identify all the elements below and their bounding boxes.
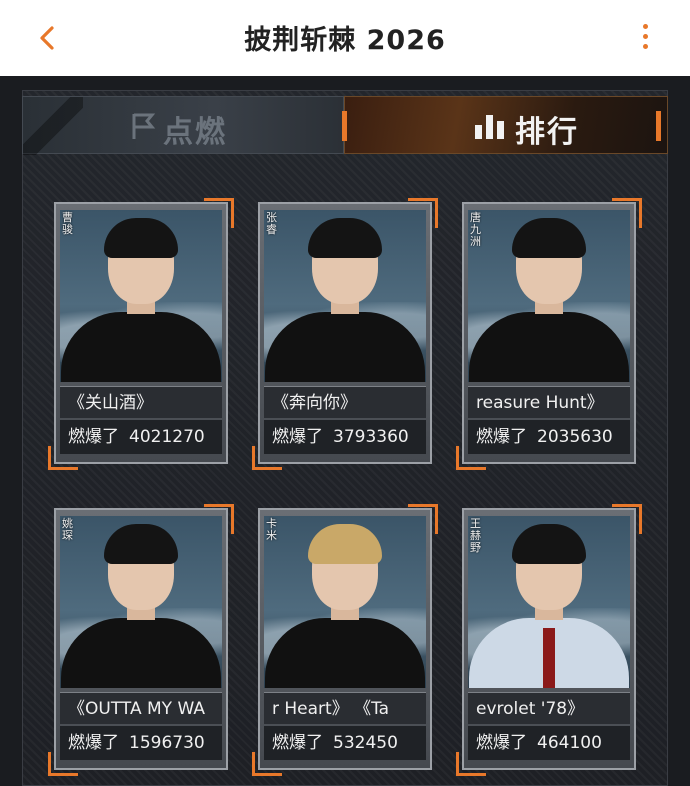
artist-photo <box>60 516 222 688</box>
count-value: 3793360 <box>333 427 409 447</box>
artist-photo <box>468 210 630 382</box>
ignite-count: 燃爆了 1596730 <box>60 726 222 760</box>
count-value: 2035630 <box>537 427 613 447</box>
song-title: 《奔向你》 <box>264 386 426 418</box>
ignite-count: 燃爆了 4021270 <box>60 420 222 454</box>
artist-photo <box>60 210 222 382</box>
stat-label: 燃爆了 <box>476 733 527 753</box>
artist-card[interactable]: 张睿 《奔向你》 燃爆了 3793360 <box>252 198 438 470</box>
artist-photo <box>264 516 426 688</box>
artist-name: 卡米 <box>266 517 277 542</box>
tab-ranking[interactable]: 排行 <box>342 96 668 154</box>
stat-label: 燃爆了 <box>272 733 323 753</box>
artist-name: 曹骏 <box>62 211 73 236</box>
tab-ignite[interactable]: 点燃 <box>22 96 344 155</box>
song-title: reasure Hunt》 <box>468 386 630 418</box>
song-title: evrolet '78》 <box>468 692 630 724</box>
artist-card[interactable]: 曹骏 《关山酒》 燃爆了 4021270 <box>48 198 234 470</box>
flag-icon <box>129 111 159 145</box>
tab-ignite-label: 点燃 <box>163 115 227 150</box>
song-title: 《关山酒》 <box>60 386 222 418</box>
artist-name: 张睿 <box>266 211 277 236</box>
stat-label: 燃爆了 <box>476 427 527 447</box>
ignite-count: 燃爆了 2035630 <box>468 420 630 454</box>
song-title: 《OUTTA MY WA <box>60 692 222 724</box>
page-title: 披荆斩棘 2026 <box>244 25 446 56</box>
artist-name: 王赫野 <box>470 517 481 554</box>
artist-card[interactable]: 姚琛 《OUTTA MY WA 燃爆了 1596730 <box>48 504 234 776</box>
ignite-count: 燃爆了 3793360 <box>264 420 426 454</box>
app-bar: 披荆斩棘 2026 <box>0 0 690 76</box>
song-title: r Heart》 《Ta <box>264 692 426 724</box>
count-value: 464100 <box>537 733 602 753</box>
bar-chart-icon <box>473 111 507 145</box>
stat-label: 燃爆了 <box>68 427 119 447</box>
artist-name: 唐九洲 <box>470 211 481 248</box>
artist-photo <box>468 516 630 688</box>
artist-card[interactable]: 王赫野 evrolet '78》 燃爆了 464100 <box>456 504 642 776</box>
artist-name: 姚琛 <box>62 517 73 542</box>
count-value: 4021270 <box>129 427 205 447</box>
artist-card[interactable]: 唐九洲 reasure Hunt》 燃爆了 2035630 <box>456 198 642 470</box>
stat-label: 燃爆了 <box>68 733 119 753</box>
stat-label: 燃爆了 <box>272 427 323 447</box>
artist-card[interactable]: 卡米 r Heart》 《Ta 燃爆了 532450 <box>252 504 438 776</box>
tab-bar: 点燃 排行 <box>22 96 668 155</box>
ignite-count: 燃爆了 532450 <box>264 726 426 760</box>
tab-ranking-label: 排行 <box>515 115 579 150</box>
count-value: 1596730 <box>129 733 205 753</box>
ignite-count: 燃爆了 464100 <box>468 726 630 760</box>
artist-photo <box>264 210 426 382</box>
more-vertical-icon[interactable] <box>640 24 650 54</box>
count-value: 532450 <box>333 733 398 753</box>
